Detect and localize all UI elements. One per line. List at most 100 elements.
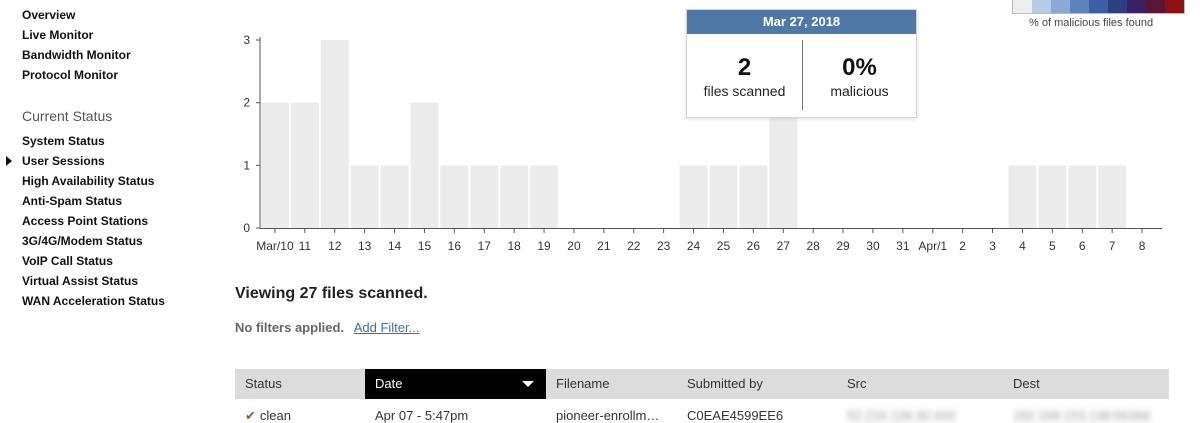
x-tick-label: 21 bbox=[597, 239, 611, 253]
sort-descending-icon bbox=[522, 381, 534, 387]
date-tooltip: Mar 27, 2018 2 files scanned 0% maliciou… bbox=[686, 9, 917, 118]
chart-bar[interactable] bbox=[739, 165, 768, 228]
legend-swatch bbox=[1032, 0, 1051, 13]
tooltip-files-value: 2 bbox=[737, 54, 752, 81]
y-tick-label: 2 bbox=[243, 96, 250, 110]
chart-bar[interactable] bbox=[350, 165, 379, 228]
chart-bar[interactable] bbox=[380, 165, 409, 228]
x-tick-label: 8 bbox=[1139, 239, 1146, 253]
chart-bar[interactable] bbox=[470, 165, 499, 228]
x-tick-label: 14 bbox=[388, 239, 402, 253]
x-tick-label: 16 bbox=[448, 239, 462, 253]
y-tick-label: 1 bbox=[243, 158, 250, 172]
y-tick-label: 0 bbox=[243, 221, 250, 235]
column-header-filename[interactable]: Filename bbox=[546, 369, 677, 399]
nav-item-live-monitor[interactable]: Live Monitor bbox=[22, 28, 93, 42]
chart-bar[interactable] bbox=[500, 165, 529, 228]
chart-bar[interactable] bbox=[1098, 165, 1127, 228]
nav-item-modem-status[interactable]: 3G/4G/Modem Status bbox=[22, 234, 143, 248]
tooltip-malicious-label: malicious bbox=[830, 83, 889, 99]
current-status-heading: Current Status bbox=[22, 108, 113, 124]
nav-item-access-point-stations[interactable]: Access Point Stations bbox=[22, 214, 148, 228]
column-header-dest[interactable]: Dest bbox=[1003, 369, 1169, 399]
x-tick-label: Mar/10 bbox=[256, 239, 294, 253]
x-tick-label: 30 bbox=[866, 239, 880, 253]
check-icon: ✔ bbox=[245, 408, 256, 423]
x-tick-label: 23 bbox=[657, 239, 671, 253]
chart-bar[interactable] bbox=[440, 165, 469, 228]
row-status-text: clean bbox=[259, 408, 291, 423]
malicious-color-legend bbox=[1012, 0, 1185, 14]
x-tick-label: 19 bbox=[537, 239, 551, 253]
x-tick-label: 29 bbox=[836, 239, 850, 253]
row-filename[interactable]: pioneer-enrollm… bbox=[546, 399, 677, 423]
nav-item-high-availability-status[interactable]: High Availability Status bbox=[22, 174, 154, 188]
chart-bar[interactable] bbox=[709, 165, 738, 228]
x-tick-label: 5 bbox=[1049, 239, 1056, 253]
nav-item-overview[interactable]: Overview bbox=[22, 8, 75, 22]
row-submitted-by: C0EAE4599EE6 bbox=[687, 408, 784, 423]
chart-bar[interactable] bbox=[320, 40, 349, 228]
current-item-arrow-icon bbox=[6, 156, 12, 166]
nav-item-protocol-monitor[interactable]: Protocol Monitor bbox=[22, 68, 118, 82]
chart-bar[interactable] bbox=[1068, 165, 1097, 228]
legend-swatch bbox=[1070, 0, 1089, 13]
legend-swatch bbox=[1127, 0, 1146, 13]
nav-item-wan-acceleration-status[interactable]: WAN Acceleration Status bbox=[22, 294, 165, 308]
x-tick-label: 24 bbox=[687, 239, 701, 253]
legend-swatch bbox=[1108, 0, 1127, 13]
x-tick-label: 27 bbox=[777, 239, 791, 253]
x-tick-label: 25 bbox=[717, 239, 731, 253]
x-tick-label: 2 bbox=[959, 239, 966, 253]
nav-item-voip-call-status[interactable]: VoIP Call Status bbox=[22, 254, 113, 268]
column-header-status[interactable]: Status bbox=[235, 369, 365, 399]
chart-bar[interactable] bbox=[769, 102, 798, 228]
column-header-submitted-by[interactable]: Submitted by bbox=[677, 369, 837, 399]
column-header-date[interactable]: Date bbox=[365, 369, 546, 399]
x-tick-label: 15 bbox=[418, 239, 432, 253]
column-header-date-label: Date bbox=[375, 376, 403, 391]
x-tick-label: 12 bbox=[328, 239, 342, 253]
chart-bar[interactable] bbox=[1008, 165, 1037, 228]
legend-swatch bbox=[1146, 0, 1165, 13]
table-header: Status Date Filename Submitted by Src De… bbox=[235, 369, 1169, 399]
x-tick-label: 11 bbox=[299, 239, 312, 253]
no-filters-text: No filters applied. bbox=[235, 320, 345, 335]
viewing-summary: Viewing 27 files scanned. bbox=[235, 285, 428, 302]
tooltip-malicious-value: 0% bbox=[842, 54, 877, 81]
column-header-src[interactable]: Src bbox=[837, 369, 1003, 399]
row-date: Apr 07 - 5:47pm bbox=[375, 408, 469, 423]
chart-bar[interactable] bbox=[530, 165, 559, 228]
chart-bar[interactable] bbox=[290, 102, 319, 228]
row-status: ✔ clean bbox=[235, 399, 365, 423]
chart-bar[interactable] bbox=[679, 165, 708, 228]
chart-bar[interactable] bbox=[410, 102, 439, 228]
add-filter-link[interactable]: Add Filter... bbox=[354, 320, 420, 335]
table-row[interactable]: ✔ clean Apr 07 - 5:47pm pioneer-enrollm… … bbox=[235, 399, 1169, 423]
tooltip-date: Mar 27, 2018 bbox=[687, 10, 916, 34]
legend-swatch bbox=[1089, 0, 1108, 13]
filter-bar: No filters applied. Add Filter... bbox=[235, 320, 419, 335]
nav-item-bandwidth-monitor[interactable]: Bandwidth Monitor bbox=[22, 48, 131, 62]
x-tick-label: 22 bbox=[627, 239, 641, 253]
y-tick-label: 3 bbox=[243, 33, 250, 47]
sidebar: Overview Live Monitor Bandwidth Monitor … bbox=[0, 0, 225, 423]
nav-item-system-status[interactable]: System Status bbox=[22, 134, 105, 148]
tooltip-files-section: 2 files scanned bbox=[687, 34, 802, 119]
x-tick-label: 26 bbox=[747, 239, 761, 253]
x-tick-label: 7 bbox=[1109, 239, 1116, 253]
nav-item-virtual-assist-status[interactable]: Virtual Assist Status bbox=[22, 274, 138, 288]
x-tick-label: 6 bbox=[1079, 239, 1086, 253]
nav-item-anti-spam-status[interactable]: Anti-Spam Status bbox=[22, 194, 122, 208]
row-src: 52.216.128.30:443 bbox=[847, 408, 956, 423]
row-dest: 192.168.153.138:56366 bbox=[1013, 408, 1151, 423]
x-tick-label: Apr/1 bbox=[918, 239, 947, 253]
x-tick-label: 13 bbox=[358, 239, 372, 253]
x-tick-label: 31 bbox=[896, 239, 910, 253]
x-tick-label: 3 bbox=[989, 239, 996, 253]
tooltip-files-label: files scanned bbox=[703, 83, 786, 99]
nav-item-user-sessions[interactable]: User Sessions bbox=[22, 154, 105, 168]
x-tick-label: 28 bbox=[806, 239, 820, 253]
chart-bar[interactable] bbox=[261, 102, 289, 228]
chart-bar[interactable] bbox=[1038, 165, 1067, 228]
